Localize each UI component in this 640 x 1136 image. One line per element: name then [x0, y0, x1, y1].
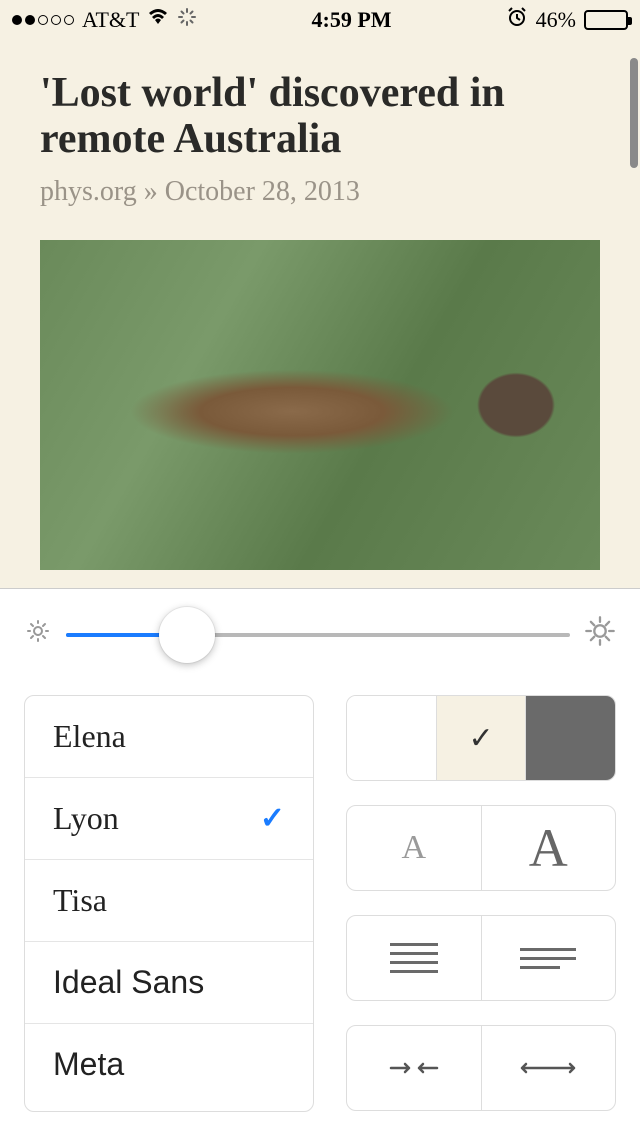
status-bar: AT&T 4:59 PM 46%: [0, 0, 640, 40]
theme-light-button[interactable]: [347, 696, 437, 780]
font-label: Ideal Sans: [53, 964, 204, 1001]
margin-narrow-button[interactable]: [347, 1026, 482, 1110]
arrows-in-icon: [389, 1058, 439, 1078]
brightness-slider[interactable]: [66, 619, 570, 651]
brightness-high-icon: [584, 615, 616, 655]
article-meta: phys.org » October 28, 2013: [40, 176, 600, 208]
status-right: 46%: [506, 6, 628, 34]
arrows-out-icon: [516, 1058, 580, 1078]
font-family-list: Elena Lyon ✓ Tisa Ideal Sans Meta: [24, 695, 314, 1112]
font-label: Tisa: [53, 882, 107, 919]
font-size-control: A A: [346, 805, 616, 891]
brightness-control: [24, 615, 616, 655]
loose-lines-icon: [520, 948, 576, 969]
status-left: AT&T: [12, 7, 197, 33]
font-label: Meta: [53, 1046, 124, 1083]
small-a-label: A: [401, 829, 426, 867]
check-icon: ✓: [260, 801, 285, 836]
signal-strength-icon: [12, 15, 74, 25]
article-title: 'Lost world' discovered in remote Austra…: [40, 70, 600, 162]
theme-sepia-button[interactable]: ✓: [437, 696, 527, 780]
font-option-ideal-sans[interactable]: Ideal Sans: [25, 942, 313, 1024]
wifi-icon: [147, 8, 169, 32]
battery-icon: [584, 10, 628, 30]
article-hero-image: [40, 240, 600, 570]
tight-lines-icon: [390, 943, 438, 973]
font-label: Elena: [53, 718, 126, 755]
font-option-tisa[interactable]: Tisa: [25, 860, 313, 942]
line-spacing-tight-button[interactable]: [347, 916, 482, 1000]
font-label: Lyon: [53, 800, 119, 837]
brightness-slider-thumb[interactable]: [159, 607, 215, 663]
font-size-decrease-button[interactable]: A: [347, 806, 482, 890]
brightness-low-icon: [24, 617, 52, 653]
article-content: 'Lost world' discovered in remote Austra…: [0, 40, 640, 570]
alarm-icon: [506, 6, 528, 34]
line-spacing-control: [346, 915, 616, 1001]
loading-spinner-icon: [177, 7, 197, 33]
line-spacing-loose-button[interactable]: [482, 916, 616, 1000]
article-source[interactable]: phys.org: [40, 176, 137, 207]
check-icon: ✓: [468, 721, 493, 756]
article-date: October 28, 2013: [165, 176, 360, 207]
font-option-elena[interactable]: Elena: [25, 696, 313, 778]
large-a-label: A: [529, 817, 568, 879]
margin-wide-button[interactable]: [482, 1026, 616, 1110]
theme-dark-button[interactable]: [526, 696, 615, 780]
theme-segmented-control: ✓: [346, 695, 616, 781]
font-option-meta[interactable]: Meta: [25, 1024, 313, 1111]
font-option-lyon[interactable]: Lyon ✓: [25, 778, 313, 860]
font-size-increase-button[interactable]: A: [482, 806, 616, 890]
scrollbar[interactable]: [630, 58, 638, 168]
carrier-label: AT&T: [82, 7, 139, 33]
clock: 4:59 PM: [312, 7, 392, 33]
battery-percent: 46%: [536, 7, 576, 33]
meta-separator: »: [137, 176, 165, 207]
reader-settings-panel: Elena Lyon ✓ Tisa Ideal Sans Meta ✓: [0, 588, 640, 1136]
margin-width-control: [346, 1025, 616, 1111]
